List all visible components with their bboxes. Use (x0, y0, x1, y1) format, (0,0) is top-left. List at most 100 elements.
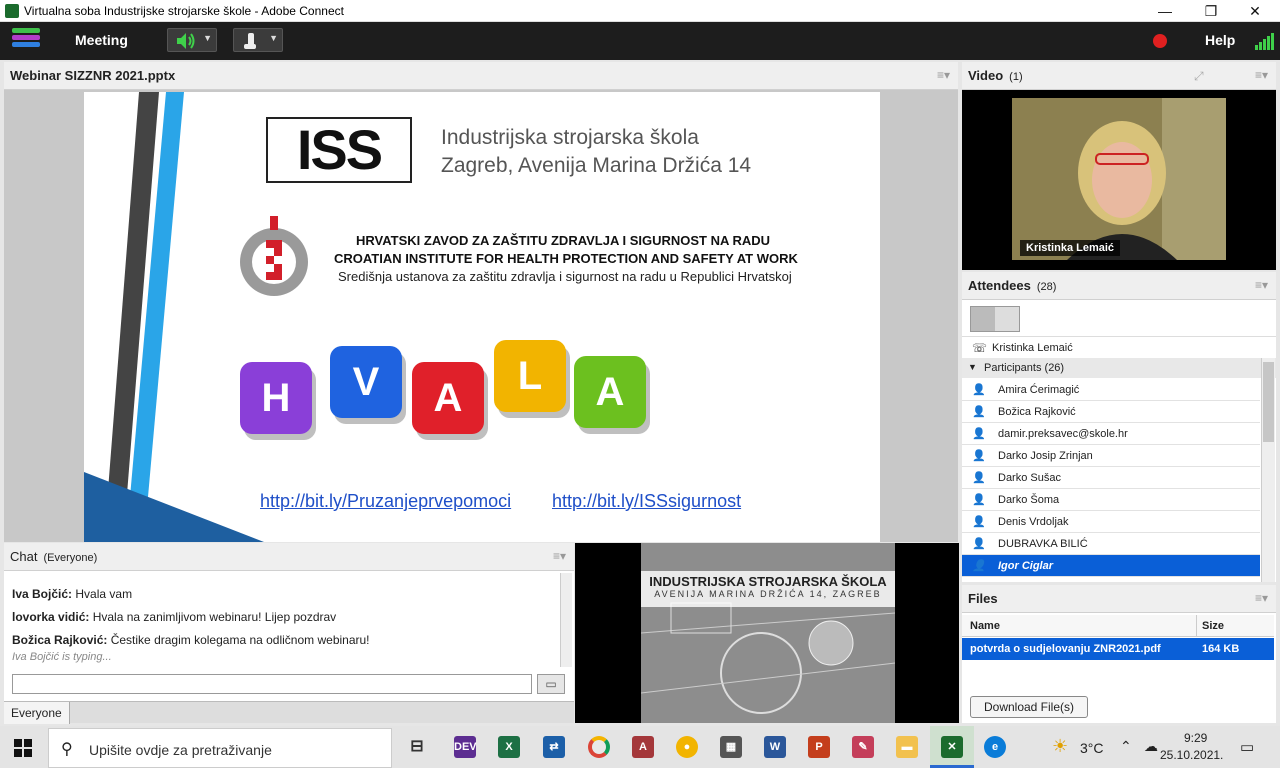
raise-hand-icon (244, 33, 256, 49)
download-files-button[interactable]: Download File(s) (970, 696, 1088, 718)
participant-name: Amira Ćerimagić (998, 384, 1080, 396)
excel-icon[interactable]: X (498, 736, 520, 758)
edge-icon[interactable]: e (984, 736, 1006, 758)
participant-icon: 👤 (972, 494, 986, 506)
video-pod-header: Video (1) ⤢ ≡▾ (962, 62, 1276, 90)
connection-app-icon[interactable]: ⇄ (543, 736, 565, 758)
meeting-menu[interactable]: Meeting (75, 32, 128, 48)
pod-menu-icon[interactable]: ≡▾ (1255, 68, 1268, 82)
participants-scrollbar[interactable] (1261, 358, 1275, 582)
search-placeholder: Upišite ovdje za pretraživanje (89, 742, 272, 758)
adobe-connect-taskbar-icon[interactable]: ✕ (941, 736, 963, 758)
clock-time[interactable]: 9:29 (1184, 731, 1207, 745)
chat-message: lovorka vidić: Hvala na zanimljivom webi… (12, 610, 337, 624)
pod-menu-icon[interactable]: ≡▾ (553, 549, 566, 563)
pod-menu-icon[interactable]: ≡▾ (937, 68, 950, 82)
help-menu[interactable]: Help (1205, 32, 1235, 48)
maximize-button[interactable]: ❐ (1188, 0, 1234, 22)
participant-icon: 👤 (972, 516, 986, 528)
webcam-feed: Kristinka Lemaić (1012, 98, 1226, 260)
weather-sun-icon[interactable]: ☀ (1052, 736, 1068, 757)
collapse-icon[interactable]: ▼ (968, 362, 977, 372)
slide-stripes-decoration (84, 92, 264, 542)
institute-name-en: CROATIAN INSTITUTE FOR HEALTH PROTECTION… (334, 251, 798, 266)
cube-letter: A (412, 362, 484, 434)
column-size-header[interactable]: Size (1202, 620, 1224, 632)
participant-row[interactable]: 👤 Darko Josip Zrinjan (962, 445, 1260, 467)
pod-menu-icon[interactable]: ≡▾ (1255, 278, 1268, 292)
task-view-icon[interactable]: ⊟ (406, 736, 428, 758)
participant-icon: 👤 (972, 472, 986, 484)
word-icon[interactable]: W (764, 736, 786, 758)
column-divider[interactable] (1196, 615, 1197, 637)
participant-row-selected[interactable]: 👤 Igor Ciglar (962, 555, 1260, 577)
chevron-up-icon[interactable]: ⌃ (1120, 738, 1132, 755)
scrollbar-thumb[interactable] (1263, 362, 1274, 442)
chevron-down-icon[interactable]: ▼ (269, 33, 278, 43)
chat-scrollbar[interactable] (560, 573, 572, 667)
access-icon[interactable]: A (632, 736, 654, 758)
participants-group-header[interactable]: ▼ Participants (26) (962, 358, 1276, 378)
fullscreen-icon[interactable]: ⤢ (1194, 69, 1204, 84)
chat-pod-title: Chat (Everyone) (10, 549, 98, 564)
participant-name: Darko Josip Zrinjan (998, 450, 1093, 462)
temperature[interactable]: 3°C (1080, 740, 1104, 756)
participant-row[interactable]: 👤 damir.preksavec@skole.hr (962, 423, 1260, 445)
speaker-button[interactable]: ▼ (167, 28, 217, 52)
windows-start-icon[interactable] (14, 739, 32, 757)
share-pod: Webinar SIZZNR 2021.pptx ≡▾ ISS Industri… (4, 62, 958, 542)
participant-name: Darko Sušac (998, 472, 1061, 484)
visual-studio-icon[interactable]: DEV (454, 736, 477, 758)
participant-row[interactable]: 👤 Božica Rajković (962, 401, 1260, 423)
school-banner-image: INDUSTRIJSKA STROJARSKA ŠKOLA AVENIJA MA… (641, 543, 895, 723)
minimize-button[interactable]: — (1142, 0, 1188, 22)
paint-palette-icon[interactable]: ✎ (852, 736, 874, 758)
participant-row[interactable]: 👤 Amira Ćerimagić (962, 379, 1260, 401)
chevron-down-icon[interactable]: ▼ (203, 33, 212, 43)
file-explorer-icon[interactable]: ▬ (896, 736, 918, 758)
file-row-selected[interactable]: potvrda o sudjelovanju ZNR2021.pdf 164 K… (962, 638, 1274, 660)
chat-footer: Everyone (4, 701, 574, 724)
list-view-icon[interactable] (971, 307, 995, 331)
clock-date[interactable]: 25.10.2021. (1160, 748, 1223, 762)
school-address: Zagreb, Avenija Marina Držića 14 (441, 154, 752, 177)
participant-row[interactable]: 👤 Denis Vrdoljak (962, 511, 1260, 533)
video-caption: Kristinka Lemaić (1020, 240, 1121, 256)
host-row[interactable]: ☏ Kristinka Lemaić (962, 336, 1276, 358)
notifications-icon[interactable]: ▭ (1240, 738, 1254, 756)
raise-hand-button[interactable]: ▼ (233, 28, 283, 52)
participant-row[interactable]: 👤 Darko Šoma (962, 489, 1260, 511)
paint-app-icon[interactable]: ● (676, 736, 698, 758)
connect-logo-icon[interactable] (12, 28, 40, 54)
chat-message-input[interactable] (12, 674, 532, 694)
calculator-icon[interactable]: ▦ (720, 736, 742, 758)
school-banner-pod: INDUSTRIJSKA STROJARSKA ŠKOLA AVENIJA MA… (575, 543, 959, 723)
network-cloud-icon[interactable]: ☁ (1144, 738, 1158, 755)
presenter-video-image (1012, 98, 1226, 260)
link-first-aid[interactable]: http://bit.ly/Pruzanjeprvepomoci (260, 491, 511, 512)
column-name-header[interactable]: Name (970, 620, 1000, 632)
cube-letter: A (574, 356, 646, 428)
banner-text-box: INDUSTRIJSKA STROJARSKA ŠKOLA AVENIJA MA… (641, 571, 895, 607)
participant-row[interactable]: 👤 DUBRAVKA BILIĆ (962, 533, 1260, 555)
pod-menu-icon[interactable]: ≡▾ (1255, 591, 1268, 605)
link-iss-safety[interactable]: http://bit.ly/ISSsigurnost (552, 491, 741, 512)
powerpoint-icon[interactable]: P (808, 736, 830, 758)
typing-indicator: Iva Bojčić is typing... (12, 651, 112, 663)
role-view-icon[interactable] (996, 307, 1020, 331)
participant-icon: 👤 (972, 406, 986, 418)
files-table-header: Name Size (962, 615, 1274, 637)
institute-description: Središnja ustanova za zaštitu zdravlja i… (338, 269, 792, 284)
participant-row[interactable]: 👤 Darko Sušac (962, 467, 1260, 489)
participant-icon: 👤 (972, 428, 986, 440)
close-button[interactable]: ✕ (1232, 0, 1278, 22)
participant-name: Denis Vrdoljak (998, 516, 1069, 528)
taskbar-search-box[interactable]: ⚲ Upišite ovdje za pretraživanje (48, 728, 392, 768)
recording-indicator-icon[interactable] (1153, 34, 1167, 48)
send-message-icon[interactable]: ▭ (537, 674, 565, 694)
hvala-cubes: H V A L A (232, 332, 652, 447)
active-app-highlight[interactable]: ✕ (930, 726, 974, 768)
chrome-icon[interactable] (588, 736, 610, 758)
iss-logo: ISS (266, 117, 412, 183)
chat-recipient-tab[interactable]: Everyone (4, 702, 70, 724)
